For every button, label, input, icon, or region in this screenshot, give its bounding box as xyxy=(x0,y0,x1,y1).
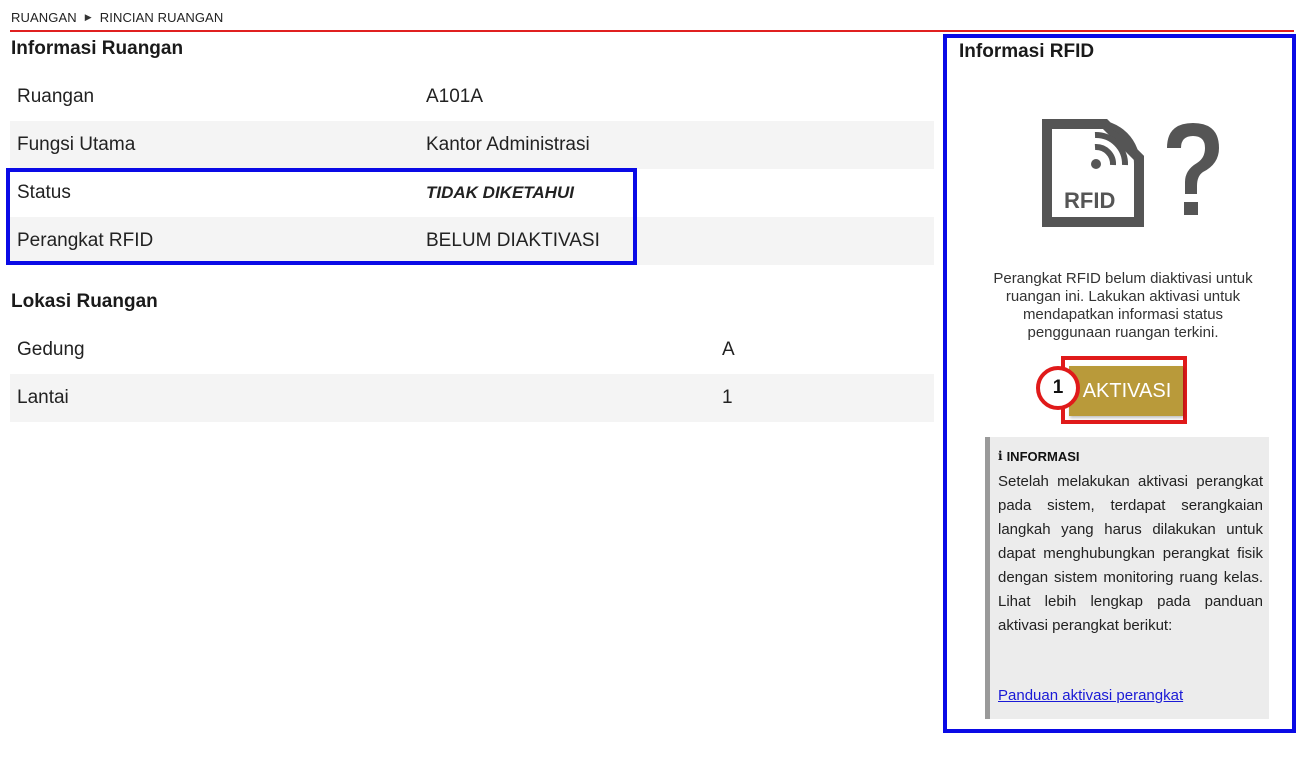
row-label: Ruangan xyxy=(17,86,95,107)
row-value: Kantor Administrasi xyxy=(426,134,590,155)
step-marker: 1 xyxy=(1036,366,1080,410)
info-body: Setelah melakukan aktivasi perangkat pad… xyxy=(998,473,1263,634)
info-box: i INFORMASI Setelah melakukan aktivasi p… xyxy=(985,437,1269,719)
location-title: Lokasi Ruangan xyxy=(11,291,158,312)
chevron-right-icon: ▶ xyxy=(84,12,92,22)
info-icon: i xyxy=(998,449,1003,463)
row-label: Lantai xyxy=(17,387,69,408)
row-label: Gedung xyxy=(17,339,85,360)
room-info-row-ruangan: Ruangan A101A xyxy=(10,73,934,121)
breadcrumb: RUANGAN ▶ RINCIAN RUANGAN xyxy=(11,10,223,25)
location-table: Gedung A Lantai 1 xyxy=(10,326,934,422)
rfid-panel-title: Informasi RFID xyxy=(959,41,1095,62)
status-value: TIDAK DIKETAHUI xyxy=(426,183,574,202)
rfid-panel: Informasi RFID RFID Perangkat RFID belum… xyxy=(943,34,1296,733)
breadcrumb-root[interactable]: RUANGAN xyxy=(11,10,77,25)
room-info-title: Informasi Ruangan xyxy=(11,38,184,59)
location-row-lantai: Lantai 1 xyxy=(10,374,934,422)
info-heading-text: INFORMASI xyxy=(1006,449,1080,464)
room-info-table: Ruangan A101A Fungsi Utama Kantor Admini… xyxy=(10,73,934,265)
breadcrumb-current: RINCIAN RUANGAN xyxy=(99,10,224,25)
row-label: Fungsi Utama xyxy=(17,134,136,155)
row-value: 1 xyxy=(722,387,733,408)
room-info-row-fungsi: Fungsi Utama Kantor Administrasi xyxy=(10,121,934,169)
room-info-row-rfid: Perangkat RFID BELUM DIAKTIVASI xyxy=(10,217,934,265)
row-label: Status xyxy=(17,182,71,203)
header-divider xyxy=(10,30,1294,32)
activate-button[interactable]: AKTIVASI xyxy=(1069,366,1183,416)
room-info-row-status: Status TIDAK DIKETAHUI xyxy=(10,169,934,217)
activation-guide-link[interactable]: Panduan aktivasi perangkat xyxy=(998,687,1183,704)
location-row-gedung: Gedung A xyxy=(10,326,934,374)
rfid-question-icon: RFID xyxy=(1039,118,1239,228)
row-value: A xyxy=(722,339,735,360)
info-heading: i INFORMASI xyxy=(998,449,1080,464)
rfid-status-value: BELUM DIAKTIVASI xyxy=(426,230,600,251)
rfid-description: Perangkat RFID belum diaktivasi untuk ru… xyxy=(993,270,1253,341)
svg-text:RFID: RFID xyxy=(1064,188,1115,213)
row-label: Perangkat RFID xyxy=(17,230,154,251)
row-value: A101A xyxy=(426,86,484,107)
